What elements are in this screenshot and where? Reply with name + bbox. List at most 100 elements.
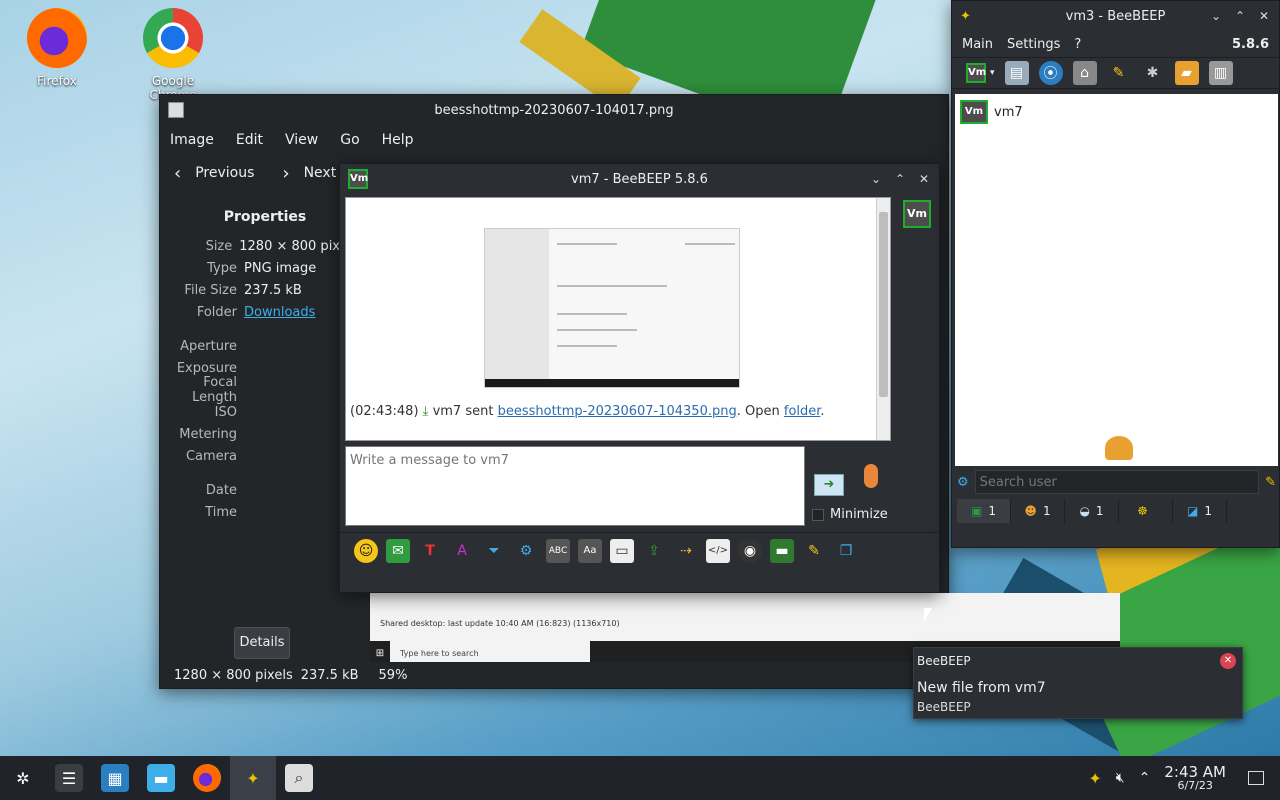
discover-button[interactable]: ▦	[92, 756, 138, 800]
firefox-taskbar-button[interactable]	[184, 756, 230, 800]
desktop-icon-chrome[interactable]: Google Chrome	[128, 8, 218, 102]
profile-avatar[interactable]: Vm	[966, 63, 986, 83]
tab-count: 1	[1095, 504, 1104, 518]
home-icon[interactable]: ⌂	[1072, 61, 1097, 85]
chevron-down-icon[interactable]: ⌄	[1209, 9, 1223, 23]
spellcheck-icon[interactable]: ABC	[546, 538, 570, 563]
volume-muted-icon[interactable]: 🔇︎	[1116, 770, 1125, 786]
chat-icon: ◒	[1079, 504, 1090, 518]
clear-search-icon[interactable]: ✎	[1265, 475, 1276, 490]
search-options-icon[interactable]: ⚙	[957, 475, 969, 490]
send-message-icon[interactable]: ➜	[814, 474, 844, 496]
menu-settings[interactable]: Settings	[1007, 37, 1060, 52]
window-detach-icon[interactable]: ❐	[834, 539, 858, 563]
user-list: Vm vm7	[955, 94, 1278, 466]
minimize-checkbox[interactable]: Minimize	[812, 507, 888, 522]
edit-note-icon[interactable]: ✎	[1107, 61, 1131, 85]
app-launcher-button[interactable]: ✲	[0, 756, 46, 800]
prop-row: Folder Downloads	[160, 301, 340, 323]
status-zoom[interactable]: 59%	[379, 668, 408, 683]
microphone-icon[interactable]	[864, 464, 879, 488]
system-settings-button[interactable]: ☰	[46, 756, 92, 800]
image-viewer-taskbar-button[interactable]: ⌕	[276, 756, 322, 800]
screenshot-thumbnail[interactable]	[484, 228, 740, 388]
settings-gear-icon[interactable]: ⚙	[514, 539, 538, 563]
menu-help[interactable]: Help	[382, 132, 414, 148]
chevron-down-icon[interactable]: ⌄	[869, 172, 883, 186]
file-icon[interactable]: ▭	[610, 538, 634, 563]
chevron-up-icon[interactable]: ⌃	[893, 172, 907, 186]
desktop-share-icon[interactable]: ▬	[770, 538, 794, 563]
chevron-right-icon: ›	[282, 162, 290, 184]
font-icon[interactable]: T	[418, 539, 442, 563]
plugin-icon[interactable]: ✱	[1141, 61, 1165, 85]
send-file-icon[interactable]: ⇪	[642, 539, 666, 563]
folder-link[interactable]: Downloads	[244, 305, 315, 320]
font-color-icon[interactable]: A	[450, 539, 474, 563]
chevron-left-icon: ‹	[174, 162, 182, 184]
tab-files[interactable]: ◪ 1	[1173, 499, 1227, 523]
menu-go[interactable]: Go	[340, 132, 359, 148]
text-format-icon[interactable]: Aa	[578, 538, 602, 563]
message-input[interactable]	[345, 446, 805, 526]
search-user-input[interactable]	[974, 470, 1260, 494]
network-icon[interactable]: ⦿	[1038, 61, 1063, 85]
desktop-icon-label: Firefox	[37, 74, 77, 88]
send-folder-icon[interactable]: ⇢	[674, 539, 698, 563]
file-manager-button[interactable]: ▬	[138, 756, 184, 800]
chat-scrollbar[interactable]	[876, 198, 890, 440]
prop-key: Size	[205, 238, 233, 254]
prop-key: Exposure	[176, 360, 237, 376]
chat-titlebar[interactable]: Vm vm7 - BeeBEEP 5.8.6 ⌄ ⌃ ✕	[340, 164, 939, 194]
notification-popup[interactable]: BeeBEEP ✕ New file from vm7 BeeBEEP	[913, 647, 1243, 719]
chevron-up-icon[interactable]: ⌃	[1233, 9, 1247, 23]
tab-groups[interactable]: ☻ 1	[1011, 499, 1065, 523]
close-icon[interactable]: ✕	[917, 172, 931, 186]
menu-view[interactable]: View	[285, 132, 318, 148]
emoticon-icon[interactable]: ☺	[354, 538, 378, 563]
details-button[interactable]: Details	[234, 627, 290, 659]
shared-folder-icon[interactable]: ▰	[1174, 61, 1199, 85]
desktop-icon-firefox[interactable]: Firefox	[12, 8, 102, 88]
menu-help[interactable]: ?	[1074, 37, 1081, 52]
bee-toolbar: Vm ▾ ▤ ⦿ ⌂ ✎ ✱ ▰ ▥	[952, 57, 1279, 89]
mail-icon[interactable]: ✉	[386, 538, 410, 563]
tab-count: 1	[1204, 504, 1212, 518]
chevron-up-icon[interactable]: ⌃	[1139, 770, 1151, 786]
tab-chats[interactable]: ◒ 1	[1065, 499, 1119, 523]
prop-row: Aperture	[160, 335, 340, 357]
dropdown-arrow-icon[interactable]: ▾	[990, 68, 995, 78]
previous-button[interactable]: ‹ Previous	[174, 163, 254, 184]
screenshot-icon[interactable]: ◉	[738, 538, 762, 563]
file-link[interactable]: beesshottmp-20230607-104350.png	[498, 404, 737, 419]
beebeep-taskbar-button[interactable]: ✦	[230, 756, 276, 800]
close-icon[interactable]: ✕	[1220, 653, 1236, 669]
menu-edit[interactable]: Edit	[236, 132, 263, 148]
shared-desktop-status: Shared desktop: last update 10:40 AM (16…	[380, 619, 620, 628]
tab-users[interactable]: ▣ 1	[957, 499, 1011, 523]
show-desktop-icon[interactable]	[1248, 771, 1264, 785]
close-icon[interactable]: ✕	[1257, 9, 1271, 23]
image-viewer-icon: ⌕	[285, 764, 313, 792]
filter-icon[interactable]: ⏷	[482, 539, 506, 563]
thumbnail-line	[557, 243, 617, 245]
code-icon[interactable]: </>	[706, 538, 730, 563]
mouse-cursor	[924, 608, 932, 622]
tab-people[interactable]: ☸	[1119, 499, 1173, 523]
menu-main[interactable]: Main	[962, 37, 993, 52]
notes-icon[interactable]: ✎	[802, 539, 826, 563]
chat-log[interactable]: (02:43:48) ⤓ vm7 sent beesshottmp-202306…	[345, 197, 891, 441]
message-open-text: . Open	[736, 404, 780, 419]
bee-titlebar[interactable]: ✦ vm3 - BeeBEEP ⌄ ⌃ ✕	[952, 1, 1279, 31]
folder-link[interactable]: folder	[784, 404, 821, 419]
member-avatar[interactable]: Vm	[903, 200, 931, 228]
scroll-thumb[interactable]	[879, 212, 888, 397]
user-row[interactable]: Vm vm7	[955, 94, 1278, 130]
trash-icon[interactable]: ▥	[1208, 61, 1233, 85]
clock[interactable]: 2:43 AM 6/7/23	[1164, 764, 1226, 793]
next-button[interactable]: › Next	[282, 163, 336, 184]
beebeep-tray-icon[interactable]: ✦	[1088, 769, 1101, 788]
settings-icon[interactable]: ▤	[1004, 61, 1029, 85]
viewer-titlebar[interactable]: beesshottmp-20230607-104017.png	[160, 95, 948, 125]
menu-image[interactable]: Image	[170, 132, 214, 148]
